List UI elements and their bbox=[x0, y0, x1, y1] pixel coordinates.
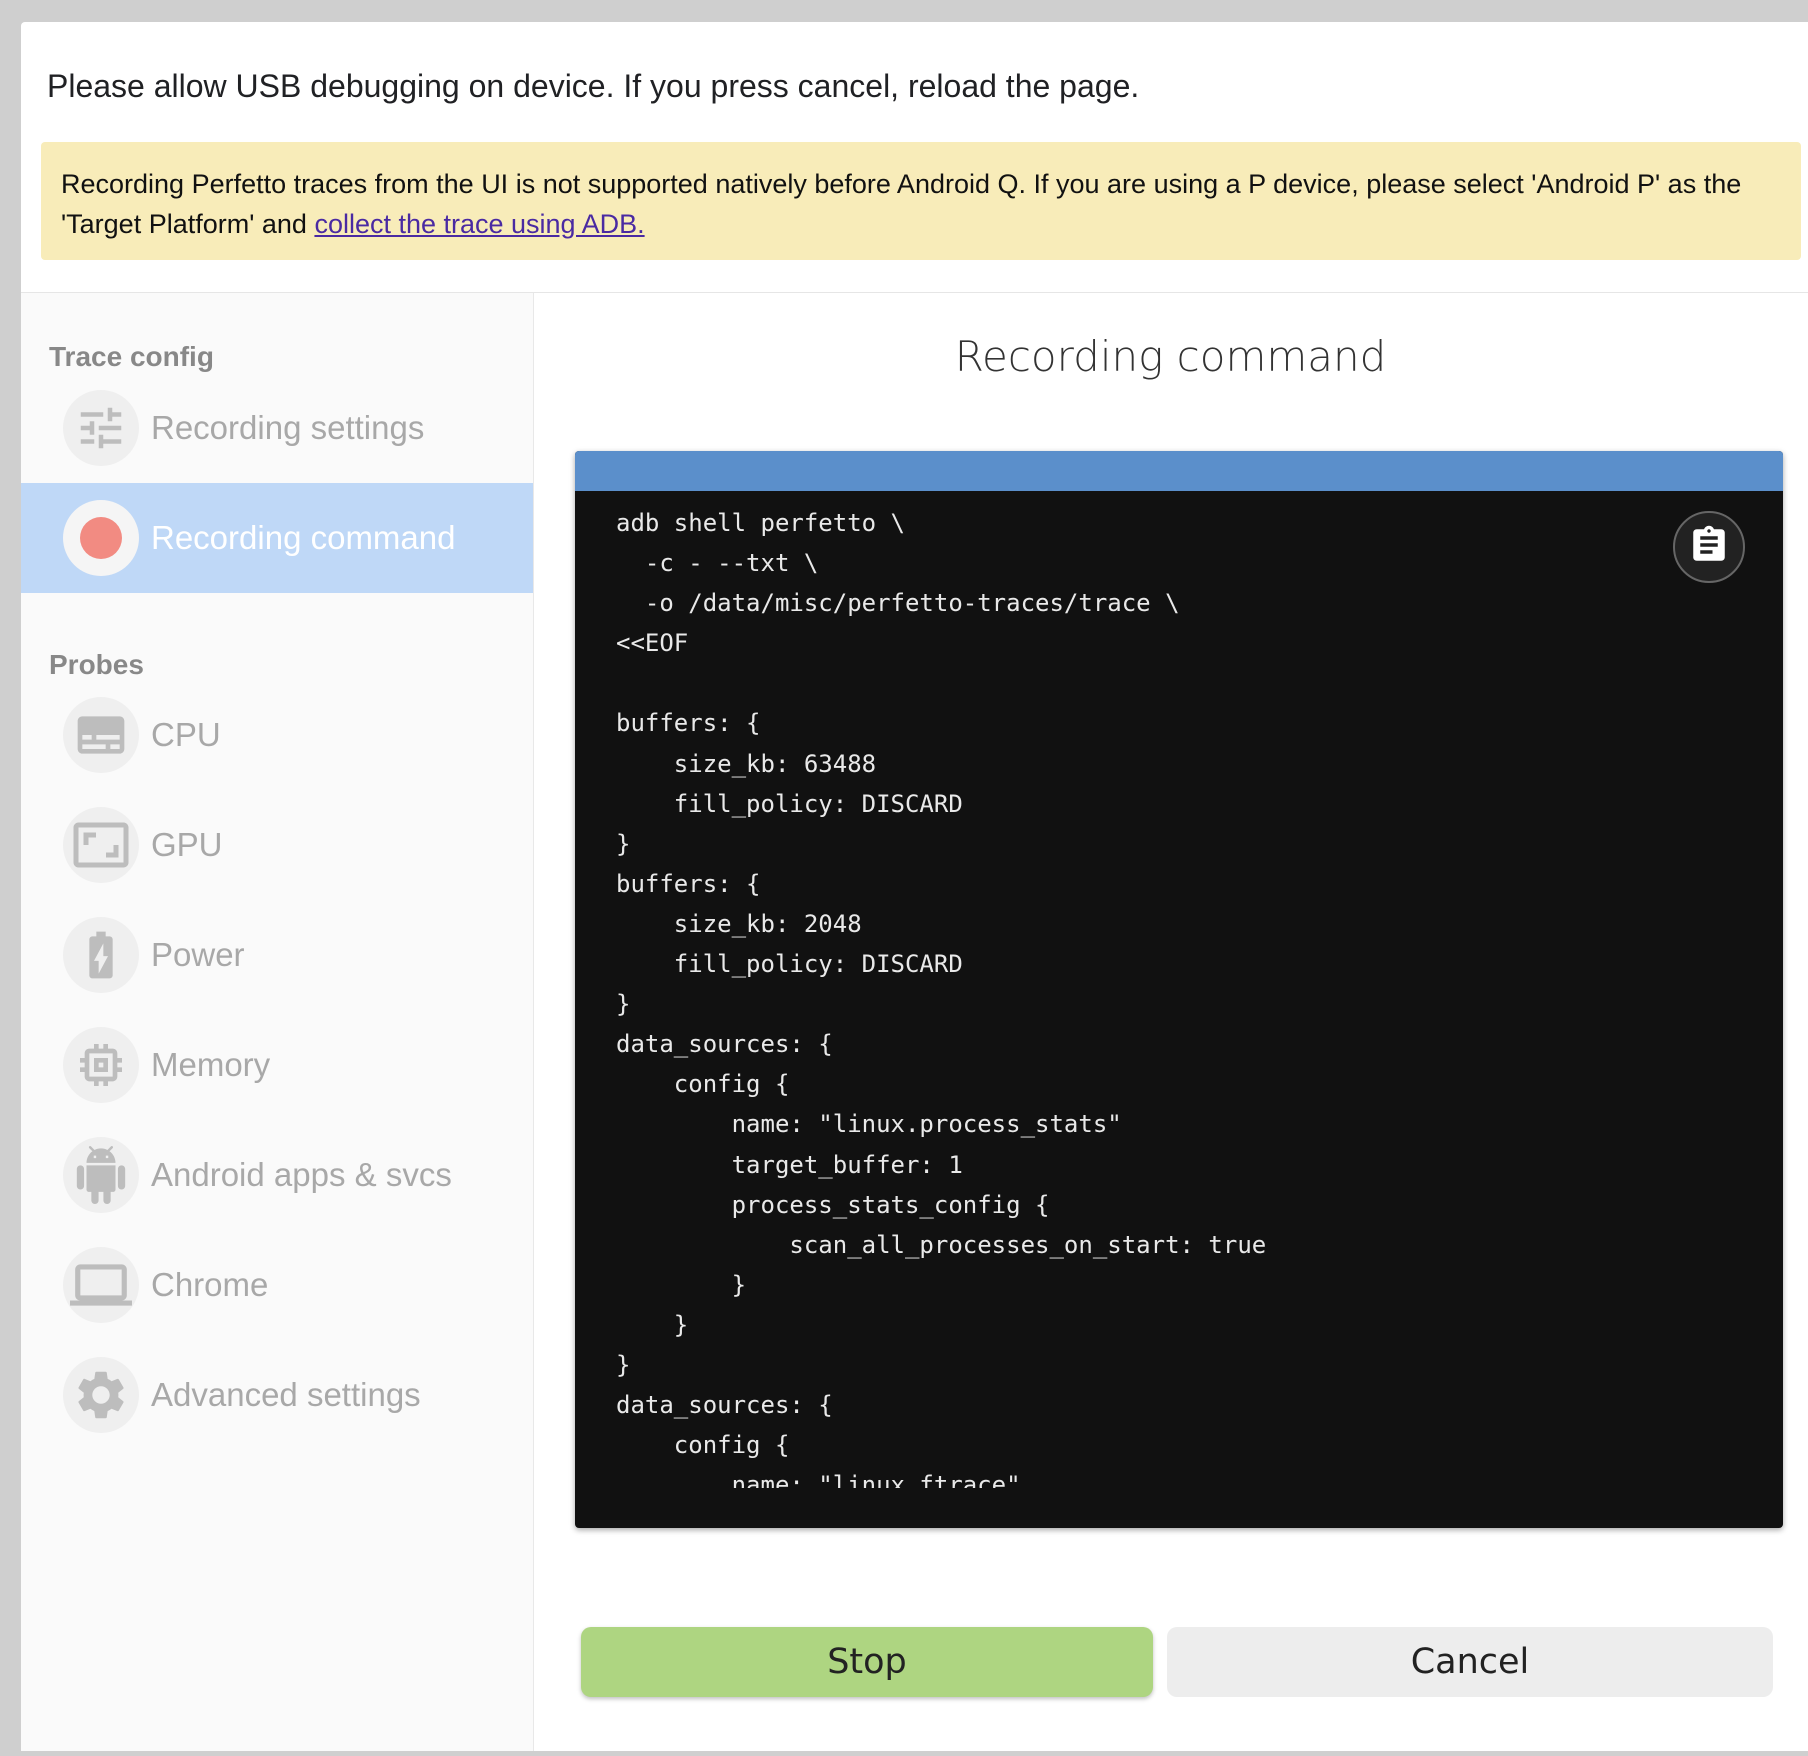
cancel-button[interactable]: Cancel bbox=[1167, 1627, 1773, 1697]
cpu-icon bbox=[63, 697, 139, 773]
code-header-bar bbox=[575, 451, 1783, 491]
sidebar: Trace config Recording settings Recordin… bbox=[21, 293, 534, 1751]
sidebar-item-power[interactable]: Power bbox=[21, 900, 533, 1010]
sidebar-item-label: Power bbox=[151, 936, 245, 973]
sidebar-item-memory[interactable]: Memory bbox=[21, 1010, 533, 1120]
sidebar-item-recording-settings[interactable]: Recording settings bbox=[21, 373, 533, 483]
sidebar-item-label: Memory bbox=[151, 1046, 271, 1083]
sidebar-item-label: Advanced settings bbox=[151, 1376, 421, 1413]
sidebar-item-advanced-settings[interactable]: Advanced settings bbox=[21, 1340, 533, 1450]
command-text[interactable]: adb shell perfetto \ -c - --txt \ -o /da… bbox=[616, 503, 1673, 1488]
page-title: Recording command bbox=[954, 332, 1387, 381]
stop-button[interactable]: Stop bbox=[581, 1627, 1153, 1697]
sidebar-item-chrome[interactable]: Chrome bbox=[21, 1230, 533, 1340]
battery-icon bbox=[63, 917, 139, 993]
tune-icon bbox=[63, 390, 139, 466]
sidebar-item-cpu[interactable]: CPU bbox=[21, 680, 533, 790]
sidebar-item-label: Recording settings bbox=[151, 409, 425, 446]
copy-command-button[interactable] bbox=[1673, 511, 1745, 583]
sidebar-item-label: Recording command bbox=[151, 519, 456, 556]
sidebar-item-label: Android apps & svcs bbox=[151, 1156, 452, 1193]
sidebar-item-gpu[interactable]: GPU bbox=[21, 790, 533, 900]
probes-title: Probes bbox=[49, 649, 144, 680]
collect-trace-adb-link[interactable]: collect the trace using ADB. bbox=[314, 209, 644, 239]
command-code-block: adb shell perfetto \ -c - --txt \ -o /da… bbox=[575, 451, 1783, 1528]
android-icon bbox=[63, 1137, 139, 1213]
sidebar-item-label: GPU bbox=[151, 826, 223, 863]
record-icon bbox=[63, 500, 139, 576]
sidebar-item-android-apps[interactable]: Android apps & svcs bbox=[21, 1120, 533, 1230]
sidebar-item-label: CPU bbox=[151, 716, 221, 753]
memory-icon bbox=[63, 1027, 139, 1103]
sidebar-item-recording-command[interactable]: Recording command bbox=[21, 483, 533, 593]
usb-debug-message: Please allow USB debugging on device. If… bbox=[47, 68, 1140, 104]
settings-icon bbox=[63, 1357, 139, 1433]
record-page: Please allow USB debugging on device. If… bbox=[21, 22, 1808, 1751]
sidebar-item-label: Chrome bbox=[151, 1266, 269, 1303]
gpu-icon bbox=[63, 807, 139, 883]
clipboard-icon bbox=[1688, 524, 1730, 571]
android-version-warning: Recording Perfetto traces from the UI is… bbox=[41, 142, 1801, 260]
trace-config-title: Trace config bbox=[49, 341, 214, 372]
laptop-icon bbox=[63, 1247, 139, 1323]
